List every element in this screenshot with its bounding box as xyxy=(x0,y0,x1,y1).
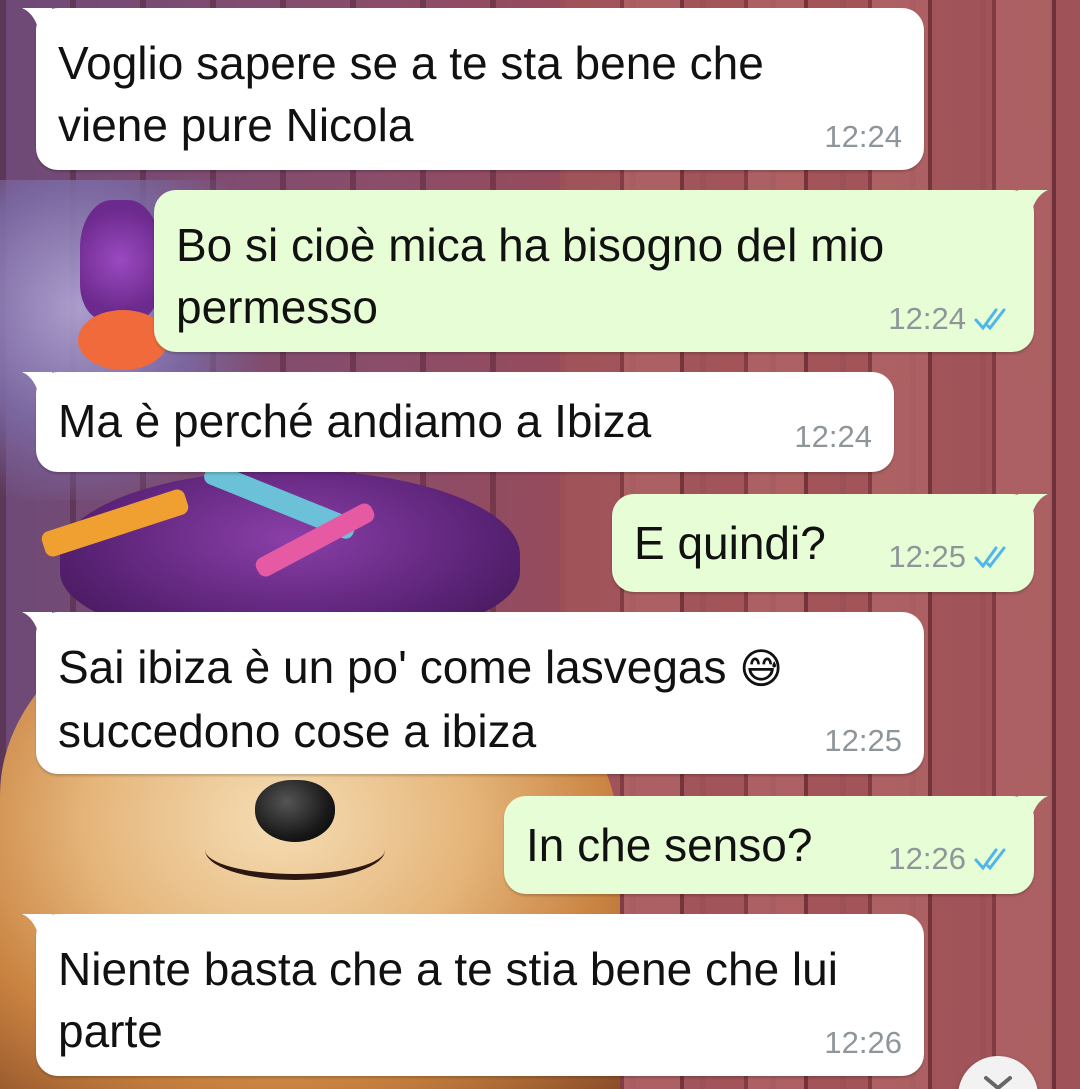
bubble-tail xyxy=(22,8,52,36)
message-text-line: Sai ibiza è un po' come lasvegas xyxy=(58,641,727,693)
scroll-to-bottom-button[interactable] xyxy=(958,1056,1038,1089)
message-time: 12:25 xyxy=(824,723,902,758)
message-bubble-outgoing[interactable]: In che senso? 12:26 xyxy=(504,796,1048,894)
message-list[interactable]: Voglio sapere se a te sta bene che viene… xyxy=(0,0,1080,1089)
message-bubble-outgoing[interactable]: E quindi? 12:25 xyxy=(612,494,1048,592)
bubble-tail xyxy=(22,914,52,942)
message-text: Sai ibiza è un po' come lasvegas 😅 succed… xyxy=(58,636,902,762)
read-double-tick-icon xyxy=(974,848,1006,871)
message-bubble-incoming[interactable]: Sai ibiza è un po' come lasvegas 😅 succed… xyxy=(22,612,924,774)
bubble-tail xyxy=(22,372,52,400)
message-time: 12:24 xyxy=(794,419,872,454)
message-time: 12:25 xyxy=(888,539,966,574)
bubble-tail xyxy=(1018,796,1048,824)
message-text: Ma è perché andiamo a Ibiza xyxy=(58,395,652,447)
message-time: 12:26 xyxy=(888,841,966,876)
message-text-line: succedono cose a ibiza xyxy=(58,705,537,757)
message-bubble-incoming[interactable]: Voglio sapere se a te sta bene che viene… xyxy=(22,8,924,170)
message-text: Niente basta che a te stia bene che lui … xyxy=(58,943,851,1057)
sweat-smile-emoji-icon: 😅 xyxy=(739,644,784,693)
message-time: 12:26 xyxy=(824,1025,902,1060)
message-text: Bo si cioè mica ha bisogno del mio perme… xyxy=(176,219,898,333)
message-bubble-incoming[interactable]: Ma è perché andiamo a Ibiza 12:24 xyxy=(22,372,894,472)
message-bubble-incoming[interactable]: Niente basta che a te stia bene che lui … xyxy=(22,914,924,1076)
message-time: 12:24 xyxy=(824,119,902,154)
bubble-tail xyxy=(22,612,52,640)
bubble-tail xyxy=(1018,190,1048,218)
message-time: 12:24 xyxy=(888,301,966,336)
chevron-down-icon xyxy=(984,1076,1012,1089)
message-text: Voglio sapere se a te sta bene che viene… xyxy=(58,37,777,151)
message-bubble-outgoing[interactable]: Bo si cioè mica ha bisogno del mio perme… xyxy=(154,190,1048,352)
bubble-tail xyxy=(1018,494,1048,522)
read-double-tick-icon xyxy=(974,308,1006,331)
read-double-tick-icon xyxy=(974,546,1006,569)
